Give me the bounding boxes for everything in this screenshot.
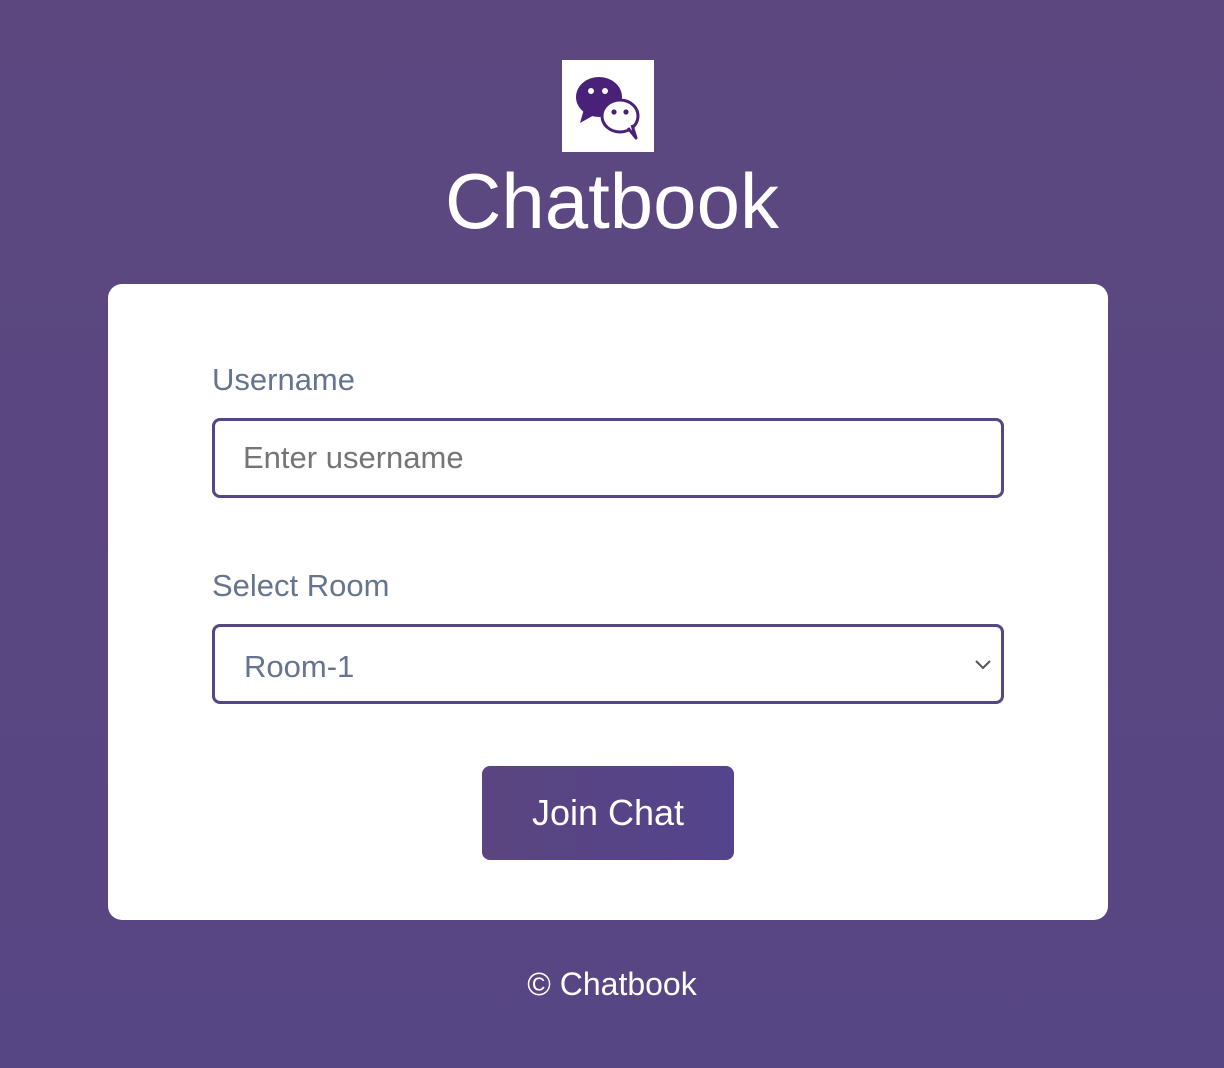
username-input[interactable] xyxy=(212,418,1004,498)
chevron-down-icon xyxy=(975,660,991,670)
username-label: Username xyxy=(212,362,355,397)
join-chat-button[interactable]: Join Chat xyxy=(482,766,734,860)
room-label: Select Room xyxy=(212,568,390,603)
chat-bubbles-icon xyxy=(576,77,640,140)
join-form-card: Username Select Room Room-1 Join Chat xyxy=(108,284,1108,920)
app-logo xyxy=(562,60,654,152)
footer-copyright: © Chatbook xyxy=(527,966,697,1002)
room-select[interactable]: Room-1 xyxy=(212,624,1004,704)
app-title: Chatbook xyxy=(445,157,779,245)
room-select-value: Room-1 xyxy=(244,649,355,684)
